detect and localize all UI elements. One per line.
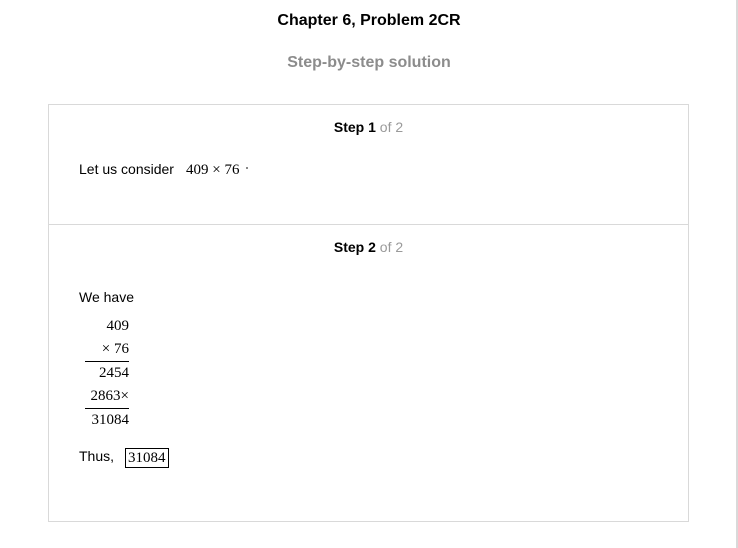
conclusion-label: Thus, xyxy=(79,448,115,464)
step-2-section: Step 2 of 2 We have 409 × 76 2454 2863× … xyxy=(49,225,688,521)
period-mark xyxy=(246,167,248,169)
step-2-header: Step 2 of 2 xyxy=(49,239,688,255)
multiplier: × 76 xyxy=(101,341,129,357)
step-label: Step xyxy=(333,119,365,135)
page-title: Chapter 6, Problem 2CR xyxy=(277,12,461,29)
step-2-intro: We have xyxy=(79,289,134,305)
page-subtitle: Step-by-step solution xyxy=(287,54,451,71)
long-multiplication: 409 × 76 2454 2863× 31084 xyxy=(85,315,129,432)
step-number: 1 xyxy=(368,119,376,135)
step-number: 2 xyxy=(368,239,376,255)
product-result: 31084 xyxy=(85,408,129,432)
partial-product-2: 2863× xyxy=(90,388,129,404)
step-1-header: Step 1 of 2 xyxy=(49,119,688,135)
step-1-expression: 409 × 76 xyxy=(186,162,240,178)
step-label: Step xyxy=(333,239,365,255)
step-total: of 2 xyxy=(379,239,404,255)
step-1-text: Let us consider xyxy=(79,161,174,177)
final-answer-box: 31084 xyxy=(125,448,169,468)
partial-product-1: 2454 xyxy=(85,361,129,385)
step-total: of 2 xyxy=(379,119,404,135)
step-1-section: Step 1 of 2 Let us consider 409 × 76 xyxy=(49,105,688,225)
multiplicand: 409 xyxy=(106,318,130,334)
solution-card: Step 1 of 2 Let us consider 409 × 76 Ste… xyxy=(48,104,689,522)
